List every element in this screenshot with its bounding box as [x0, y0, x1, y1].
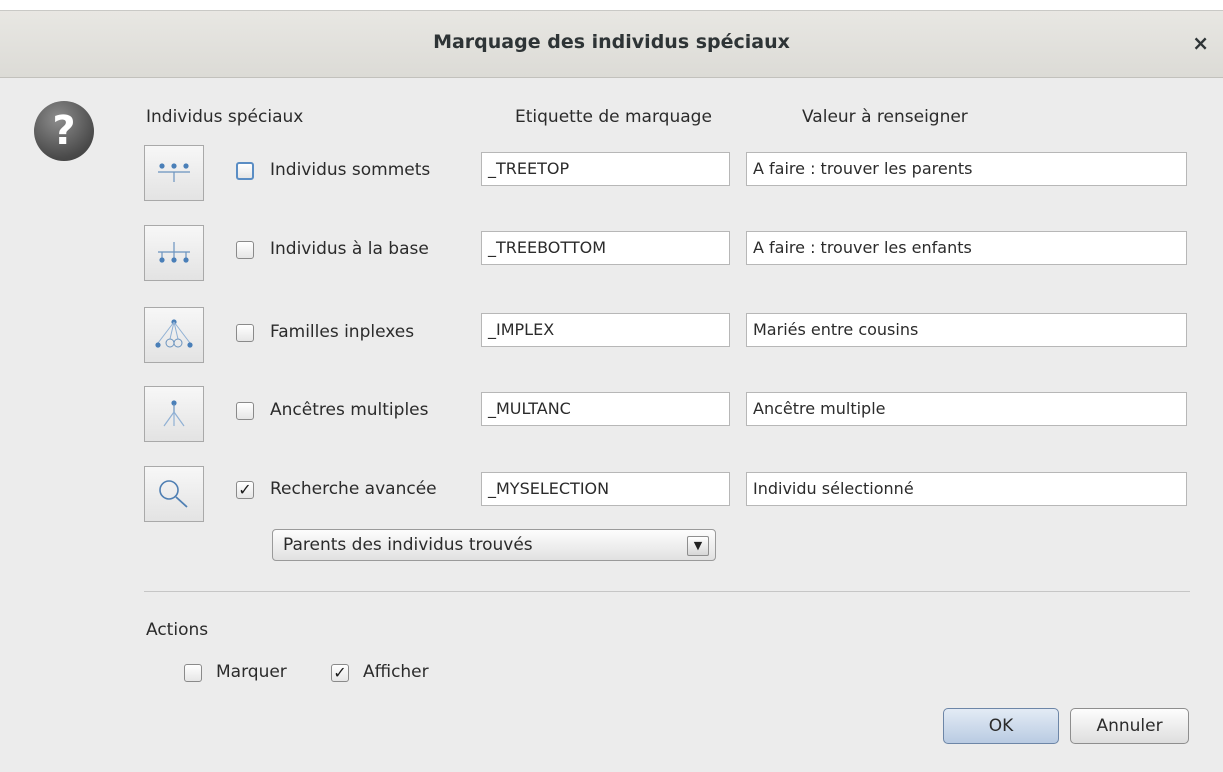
checkbox-mark[interactable] [184, 664, 202, 682]
value-field-tree-bottom[interactable]: A faire : trouver les enfants [746, 231, 1187, 265]
value-field-implex[interactable]: Mariés entre cousins [746, 313, 1187, 347]
checkbox-tree-top[interactable] [236, 162, 254, 180]
cancel-button[interactable]: Annuler [1070, 708, 1189, 744]
search-scope-select[interactable]: Parents des individus trouvés ▼ [272, 529, 716, 561]
title-bar: Marquage des individus spéciaux × [0, 11, 1223, 78]
header-value-label: Valeur à renseigner [802, 107, 968, 127]
value-field-advanced-search[interactable]: Individu sélectionné [746, 472, 1187, 506]
label-show: Afficher [363, 662, 429, 682]
value-field-multiple-ancestors[interactable]: Ancêtre multiple [746, 392, 1187, 426]
checkbox-advanced-search[interactable]: ✓ [236, 481, 254, 499]
checkbox-tree-bottom[interactable] [236, 241, 254, 259]
label-mark: Marquer [216, 662, 287, 682]
ok-button[interactable]: OK [943, 708, 1059, 744]
tree-bottom-button[interactable] [144, 225, 204, 281]
multiple-ancestor-icon [163, 400, 185, 427]
advanced-search-button[interactable] [144, 466, 204, 522]
checkbox-multiple-ancestors[interactable] [236, 402, 254, 420]
implex-button[interactable] [144, 307, 204, 363]
section-divider [144, 591, 1190, 592]
checkbox-implex[interactable] [236, 324, 254, 342]
checkbox-advanced-search-mark: ✓ [238, 480, 252, 499]
question-icon: ? [34, 101, 94, 161]
chevron-down-icon[interactable]: ▼ [687, 536, 709, 556]
tree-bottom-icon [158, 242, 190, 263]
label-advanced-search: Recherche avancée [270, 479, 437, 499]
close-icon[interactable]: × [1192, 31, 1209, 55]
tree-top-button[interactable] [144, 145, 204, 201]
tag-field-multiple-ancestors[interactable]: _MULTANC [481, 392, 730, 426]
tree-top-icon [158, 163, 190, 182]
value-field-tree-top[interactable]: A faire : trouver les parents [746, 152, 1187, 186]
header-tag-label: Etiquette de marquage [515, 107, 712, 127]
tag-field-advanced-search[interactable]: _MYSELECTION [481, 472, 730, 506]
search-scope-value: Parents des individus trouvés [283, 535, 533, 555]
tag-field-tree-bottom[interactable]: _TREEBOTTOM [481, 231, 730, 265]
dialog-window: Marquage des individus spéciaux × ? Indi… [0, 10, 1223, 772]
label-multiple-ancestors: Ancêtres multiples [270, 400, 429, 420]
tag-field-implex[interactable]: _IMPLEX [481, 313, 730, 347]
checkbox-show[interactable]: ✓ [331, 664, 349, 682]
search-icon [159, 480, 188, 508]
header-special-individuals: Individus spéciaux [146, 107, 304, 127]
label-implex: Familles inplexes [270, 322, 415, 342]
label-tree-bottom: Individus à la base [270, 239, 429, 259]
actions-heading: Actions [146, 620, 209, 640]
implex-icon [155, 319, 193, 348]
label-tree-top: Individus sommets [270, 160, 431, 180]
dialog-title: Marquage des individus spéciaux [433, 31, 790, 53]
tag-field-tree-top[interactable]: _TREETOP [481, 152, 730, 186]
multiple-ancestor-button[interactable] [144, 386, 204, 442]
checkbox-show-mark: ✓ [333, 663, 347, 682]
